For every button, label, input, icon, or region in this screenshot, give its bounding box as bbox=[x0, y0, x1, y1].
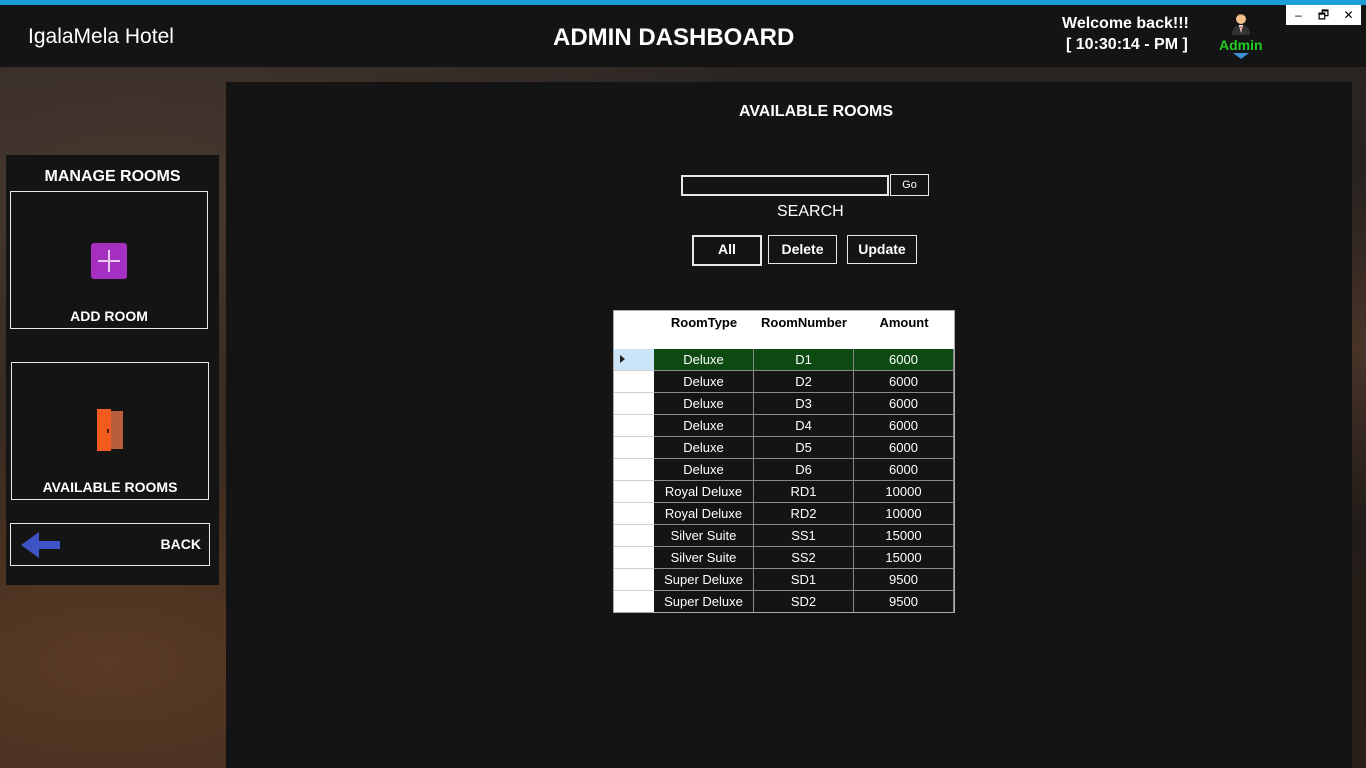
add-icon bbox=[91, 243, 127, 279]
table-cell[interactable]: 6000 bbox=[854, 371, 954, 393]
table-cell[interactable]: Deluxe bbox=[654, 393, 754, 415]
search-label: SEARCH bbox=[777, 203, 844, 220]
go-button[interactable]: Go bbox=[890, 174, 929, 196]
table-cell[interactable]: D2 bbox=[754, 371, 854, 393]
table-cell[interactable]: D3 bbox=[754, 393, 854, 415]
table-cell[interactable]: Super Deluxe bbox=[654, 569, 754, 591]
available-rooms-button[interactable]: AVAILABLE ROOMS bbox=[11, 362, 209, 500]
table-cell[interactable]: 10000 bbox=[854, 503, 954, 525]
sidebar-panel: MANAGE ROOMS ADD ROOM AVAILABLE ROOMS BA… bbox=[6, 155, 219, 585]
all-button[interactable]: All bbox=[692, 235, 762, 266]
table-cell[interactable]: D4 bbox=[754, 415, 854, 437]
sidebar-title: MANAGE ROOMS bbox=[44, 168, 181, 185]
table-cell[interactable]: 6000 bbox=[854, 349, 954, 371]
table-cell[interactable]: Royal Deluxe bbox=[654, 481, 754, 503]
page-title: AVAILABLE ROOMS bbox=[738, 103, 894, 120]
row-header-cell[interactable] bbox=[613, 349, 654, 371]
column-header-roomnumber[interactable]: RoomNumber bbox=[754, 315, 854, 330]
column-header-roomtype[interactable]: RoomType bbox=[654, 315, 754, 330]
row-header-cell[interactable] bbox=[613, 525, 654, 547]
window-controls: ‒ 🗗 ✕ bbox=[1286, 5, 1361, 25]
row-header-cell[interactable] bbox=[613, 459, 654, 481]
door-icon bbox=[97, 409, 125, 451]
row-header-cell[interactable] bbox=[613, 591, 654, 613]
row-header-cell[interactable] bbox=[613, 569, 654, 591]
add-room-label: ADD ROOM bbox=[70, 308, 148, 324]
table-cell[interactable]: Deluxe bbox=[654, 415, 754, 437]
minimize-button[interactable]: ‒ bbox=[1286, 5, 1311, 25]
back-label: BACK bbox=[160, 536, 201, 552]
table-cell[interactable]: Deluxe bbox=[654, 459, 754, 481]
row-header-cell[interactable] bbox=[613, 371, 654, 393]
close-button[interactable]: ✕ bbox=[1336, 5, 1361, 25]
table-cell[interactable]: 6000 bbox=[854, 393, 954, 415]
table-cell[interactable]: Deluxe bbox=[654, 371, 754, 393]
row-header-cell[interactable] bbox=[613, 415, 654, 437]
table-cell[interactable]: SS1 bbox=[754, 525, 854, 547]
table-cell[interactable]: Deluxe bbox=[654, 349, 754, 371]
table-cell[interactable]: Deluxe bbox=[654, 437, 754, 459]
row-header-cell[interactable] bbox=[613, 547, 654, 569]
table-cell[interactable]: 9500 bbox=[854, 569, 954, 591]
welcome-text: Welcome back!!! bbox=[1062, 15, 1189, 32]
search-input[interactable] bbox=[681, 175, 889, 196]
header-bar: IgalaMela Hotel ADMIN DASHBOARD Welcome … bbox=[0, 5, 1366, 67]
admin-role-label[interactable]: Admin bbox=[1219, 37, 1263, 53]
admin-avatar-icon[interactable] bbox=[1230, 13, 1252, 35]
table-cell[interactable]: SD1 bbox=[754, 569, 854, 591]
table-cell[interactable]: D5 bbox=[754, 437, 854, 459]
available-rooms-label: AVAILABLE ROOMS bbox=[42, 479, 178, 495]
update-button[interactable]: Update bbox=[847, 235, 917, 264]
table-cell[interactable]: Royal Deluxe bbox=[654, 503, 754, 525]
table-cell[interactable]: RD2 bbox=[754, 503, 854, 525]
restore-button[interactable]: 🗗 bbox=[1311, 5, 1336, 25]
table-cell[interactable]: Silver Suite bbox=[654, 525, 754, 547]
table-cell[interactable]: 15000 bbox=[854, 525, 954, 547]
table-cell[interactable]: 15000 bbox=[854, 547, 954, 569]
table-cell[interactable]: 10000 bbox=[854, 481, 954, 503]
table-cell[interactable]: SD2 bbox=[754, 591, 854, 613]
rooms-table[interactable]: RoomType RoomNumber Amount Deluxe D1 6000 D… bbox=[613, 310, 955, 613]
table-cell[interactable]: 6000 bbox=[854, 415, 954, 437]
table-cell[interactable]: 9500 bbox=[854, 591, 954, 613]
clock-display: [ 10:30:14 - PM ] bbox=[1066, 36, 1188, 53]
table-cell[interactable]: SS2 bbox=[754, 547, 854, 569]
delete-button[interactable]: Delete bbox=[768, 235, 837, 264]
back-button[interactable]: BACK bbox=[10, 523, 210, 566]
main-panel: AVAILABLE ROOMS Go SEARCH All Delete Upd… bbox=[226, 82, 1352, 768]
row-header-cell[interactable] bbox=[613, 393, 654, 415]
row-header-cell[interactable] bbox=[613, 437, 654, 459]
arrow-left-icon bbox=[21, 532, 63, 558]
table-cell[interactable]: Silver Suite bbox=[654, 547, 754, 569]
table-cell[interactable]: D1 bbox=[754, 349, 854, 371]
table-cell[interactable]: Super Deluxe bbox=[654, 591, 754, 613]
dashboard-title: ADMIN DASHBOARD bbox=[553, 24, 795, 51]
table-cell[interactable]: D6 bbox=[754, 459, 854, 481]
add-room-button[interactable]: ADD ROOM bbox=[10, 191, 208, 329]
row-header-cell[interactable] bbox=[613, 481, 654, 503]
row-header-cell[interactable] bbox=[613, 503, 654, 525]
table-cell[interactable]: RD1 bbox=[754, 481, 854, 503]
column-header-amount[interactable]: Amount bbox=[854, 315, 954, 330]
table-cell[interactable]: 6000 bbox=[854, 437, 954, 459]
chevron-down-icon[interactable] bbox=[1233, 53, 1249, 59]
table-cell[interactable]: 6000 bbox=[854, 459, 954, 481]
app-title: IgalaMela Hotel bbox=[28, 25, 174, 48]
table-header: RoomType RoomNumber Amount bbox=[613, 310, 955, 349]
